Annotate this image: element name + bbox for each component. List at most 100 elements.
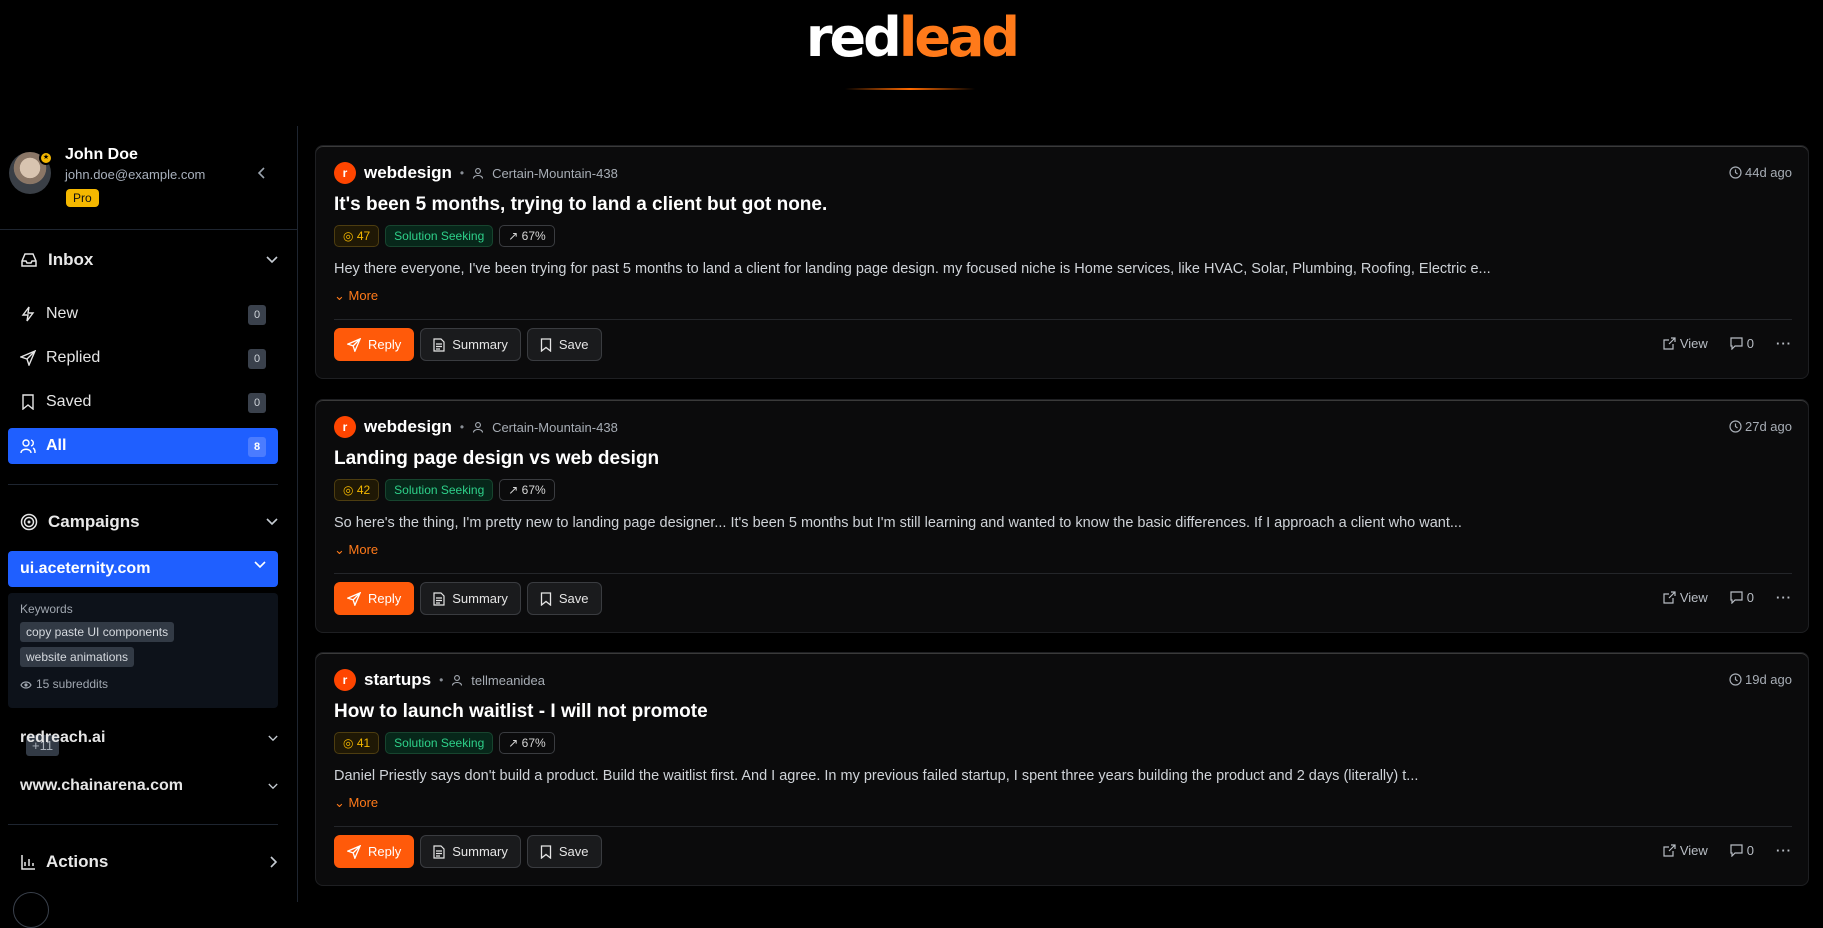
post-meta: View 0 ··· <box>1663 590 1792 605</box>
save-button[interactable]: Save <box>526 835 602 868</box>
nav-item-saved[interactable]: Saved 0 <box>8 384 278 420</box>
inbox-icon <box>20 252 38 268</box>
nav-label: New <box>46 305 79 322</box>
divider <box>334 573 1792 574</box>
campaign-item[interactable]: redreach.ai <box>20 729 278 747</box>
post-title[interactable]: It's been 5 months, trying to land a cli… <box>334 194 827 216</box>
nav-item-new[interactable]: New 0 <box>8 296 278 332</box>
post-author[interactable]: tellmeanidea <box>471 673 545 688</box>
chevron-down-icon <box>266 518 278 526</box>
more-label: More <box>348 288 379 303</box>
comment-icon <box>1730 844 1743 857</box>
profile-name: John Doe <box>65 146 138 163</box>
view-link[interactable]: View <box>1663 336 1708 351</box>
trend-value: 67% <box>521 229 546 243</box>
inbox-header[interactable]: Inbox <box>20 250 278 270</box>
user-icon <box>472 421 484 433</box>
comments-count[interactable]: 0 <box>1730 843 1754 858</box>
nav-item-replied[interactable]: Replied 0 <box>8 340 278 376</box>
chevron-down-icon <box>254 561 266 569</box>
score-icon: ◎ <box>343 229 357 243</box>
save-label: Save <box>558 844 589 859</box>
count-badge: 0 <box>248 349 266 369</box>
reply-button[interactable]: Reply <box>334 582 415 615</box>
subreddit-icon: r <box>334 416 356 438</box>
keyword-tag[interactable]: website animations <box>20 647 135 667</box>
save-button[interactable]: Save <box>526 328 602 361</box>
post-time-text: 44d ago <box>1745 165 1792 180</box>
user-icon <box>472 167 484 179</box>
logo: redlead <box>805 6 1020 69</box>
view-label: View <box>1679 336 1708 351</box>
summary-button[interactable]: Summary <box>420 328 521 361</box>
bookmark-icon <box>540 337 552 352</box>
nav-label: Saved <box>46 393 92 410</box>
reply-label: Reply <box>368 844 402 859</box>
document-icon <box>433 591 445 606</box>
post-time-text: 27d ago <box>1745 419 1792 434</box>
trend-chip: ↗ 67% <box>499 225 555 247</box>
crown-badge-icon: ★ <box>39 151 53 165</box>
keyword-tag[interactable]: copy paste UI components <box>20 622 175 642</box>
reply-button[interactable]: Reply <box>334 835 415 868</box>
keywords-label: Keywords <box>20 602 73 616</box>
more-toggle[interactable]: ⌄ More <box>334 795 378 811</box>
users-icon <box>20 438 36 454</box>
subreddit-count: 15 subreddits <box>20 677 266 691</box>
score-chip: ◎ 47 <box>334 225 380 247</box>
comments-count[interactable]: 0 <box>1730 336 1754 351</box>
campaign-label: redreach.ai <box>20 729 106 746</box>
summary-button[interactable]: Summary <box>420 582 521 615</box>
bar-chart-icon <box>20 854 36 870</box>
post-chips: ◎ 42 Solution Seeking ↗ 67% <box>334 479 555 501</box>
nav-item-all[interactable]: All 8 <box>8 428 278 464</box>
collapse-sidebar-icon[interactable] <box>255 166 269 180</box>
chevron-down-icon <box>266 256 278 264</box>
reply-button[interactable]: Reply <box>334 328 415 361</box>
post-author[interactable]: Certain-Mountain-438 <box>492 166 618 181</box>
post-time: 44d ago <box>1729 165 1792 180</box>
post-chips: ◎ 47 Solution Seeking ↗ 67% <box>334 225 555 247</box>
campaign-item[interactable]: www.chainarena.com <box>20 777 278 795</box>
save-button[interactable]: Save <box>526 582 602 615</box>
subreddit-count-text: 15 subreddits <box>36 677 109 691</box>
subreddit-name[interactable]: webdesign <box>364 163 452 183</box>
more-options-icon[interactable]: ··· <box>1776 336 1792 351</box>
chevron-right-icon <box>270 856 278 868</box>
more-options-icon[interactable]: ··· <box>1776 843 1792 858</box>
score-value: 41 <box>356 736 371 750</box>
post-author[interactable]: Certain-Mountain-438 <box>492 420 618 435</box>
trending-up-icon: ↗ <box>508 736 522 750</box>
send-icon <box>347 337 361 352</box>
campaign-label: www.chainarena.com <box>20 777 184 794</box>
campaign-item-active[interactable]: ui.aceternity.com <box>8 551 278 587</box>
post-time: 27d ago <box>1729 419 1792 434</box>
summary-label: Summary <box>452 591 508 606</box>
eye-icon <box>20 680 32 690</box>
more-toggle[interactable]: ⌄ More <box>334 542 378 558</box>
help-icon[interactable] <box>13 892 49 928</box>
campaigns-header[interactable]: Campaigns <box>20 512 278 532</box>
comments-value: 0 <box>1746 843 1754 858</box>
subreddit-name[interactable]: webdesign <box>364 417 452 437</box>
chevron-down-icon: ⌄ <box>334 795 349 810</box>
more-toggle[interactable]: ⌄ More <box>334 288 378 304</box>
comments-count[interactable]: 0 <box>1730 590 1754 605</box>
view-link[interactable]: View <box>1663 590 1708 605</box>
score-chip: ◎ 41 <box>334 732 380 754</box>
actions-title: Actions <box>46 852 109 871</box>
save-label: Save <box>558 337 589 352</box>
view-link[interactable]: View <box>1663 843 1708 858</box>
post-title[interactable]: Landing page design vs web design <box>334 448 659 470</box>
target-icon <box>20 513 38 531</box>
post-title[interactable]: How to launch waitlist - I will not prom… <box>334 701 708 723</box>
actions-header[interactable]: Actions <box>20 852 278 872</box>
lightning-icon <box>20 306 36 322</box>
summary-button[interactable]: Summary <box>420 835 521 868</box>
clock-icon <box>1729 673 1742 686</box>
more-label: More <box>348 795 379 810</box>
subreddit-name[interactable]: startups <box>364 670 431 690</box>
more-options-icon[interactable]: ··· <box>1776 590 1792 605</box>
count-badge: 0 <box>248 393 266 413</box>
plan-badge: Pro <box>66 189 99 207</box>
